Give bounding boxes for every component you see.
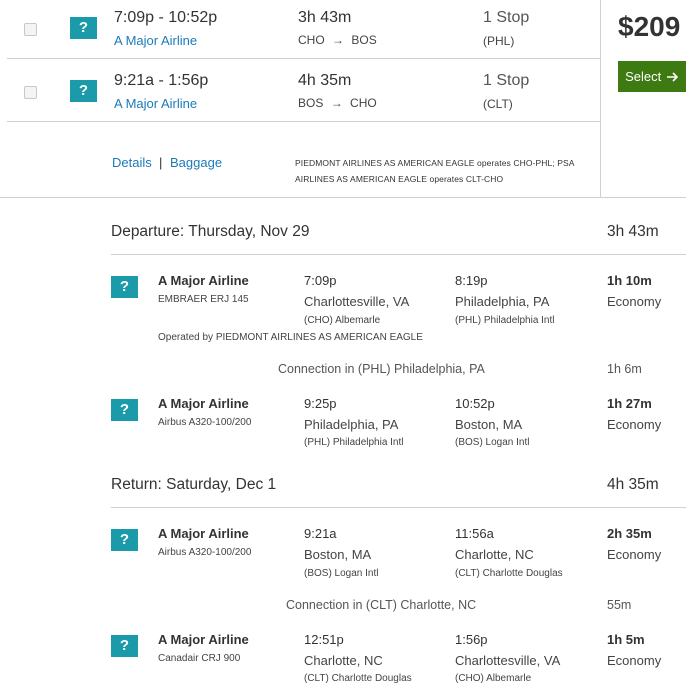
baggage-link[interactable]: Baggage — [170, 155, 222, 170]
segment-duration: 1h 5m — [607, 632, 645, 647]
operator-note: PIEDMONT AIRLINES AS AMERICAN EAGLE oper… — [295, 155, 597, 187]
segment-arrival-city: Charlottesville, VA — [455, 653, 561, 668]
stop-airport: (PHL) — [483, 34, 515, 48]
flight-times: 9:21a - 1:56p — [114, 72, 209, 89]
arrow-right-icon: → — [330, 96, 343, 110]
price-column-divider — [600, 0, 601, 197]
segment-operated-by: Operated by PIEDMONT AIRLINES AS AMERICA… — [158, 332, 423, 343]
segment-cabin: Economy — [607, 417, 662, 432]
segment-arrival-time: 1:56p — [455, 632, 488, 647]
details-link[interactable]: Details — [112, 155, 152, 170]
departure-header: Departure: Thursday, Nov 29 — [111, 223, 310, 240]
segment-arrival-airport: (PHL) Philadelphia Intl — [455, 315, 555, 326]
segment-airline: A Major Airline — [158, 273, 249, 288]
segment-arrival-city: Philadelphia, PA — [455, 294, 550, 309]
connection-info: Connection in (PHL) Philadelphia, PA — [278, 362, 485, 376]
flight-duration: 4h 35m — [298, 72, 352, 89]
route: BOS → CHO — [298, 96, 377, 110]
stop-airport: (CLT) — [483, 97, 513, 111]
segment-departure-airport: (PHL) Philadelphia Intl — [304, 437, 404, 448]
airline-logo-icon: ? — [111, 399, 138, 421]
airline-logo-icon: ? — [70, 17, 97, 39]
segment-arrival-time: 8:19p — [455, 273, 488, 288]
card-divider — [0, 197, 686, 198]
segment-aircraft: EMBRAER ERJ 145 — [158, 294, 249, 305]
connection-time: 1h 6m — [607, 362, 642, 376]
connection-info: Connection in (CLT) Charlotte, NC — [286, 598, 477, 612]
segment-arrival-time: 11:56a — [455, 526, 494, 541]
route: CHO → BOS — [298, 33, 377, 47]
segment-arrival-airport: (CHO) Albemarle — [455, 673, 532, 684]
flight-checkbox-outbound[interactable] — [24, 23, 37, 36]
segment-airline: A Major Airline — [158, 396, 249, 411]
segment-arrival-time: 10:52p — [455, 396, 495, 411]
flight-checkbox-return[interactable] — [24, 86, 37, 99]
select-button[interactable]: Select — [618, 61, 686, 92]
divider — [111, 507, 686, 508]
operator-note-line: AIRLINES AS AMERICAN EAGLE operates CLT-… — [295, 174, 504, 184]
departure-total-duration: 3h 43m — [607, 223, 659, 240]
airline-logo-icon: ? — [111, 635, 138, 657]
price: $209 — [618, 11, 681, 42]
airline-logo-icon: ? — [111, 276, 138, 298]
airline-link[interactable]: A Major Airline — [114, 96, 197, 111]
segment-arrival-airport: (BOS) Logan Intl — [455, 437, 530, 448]
segment-departure-airport: (CLT) Charlotte Douglas — [304, 673, 412, 684]
stops-count: 1 Stop — [483, 9, 530, 26]
segment-arrival-city: Boston, MA — [455, 417, 523, 432]
segment-aircraft: Canadair CRJ 900 — [158, 653, 241, 664]
segment-airline: A Major Airline — [158, 526, 249, 541]
route-destination: BOS — [351, 33, 377, 47]
divider — [7, 121, 600, 122]
segment-aircraft: Airbus A320-100/200 — [158, 547, 252, 558]
segment-departure-city: Charlottesville, VA — [304, 294, 410, 309]
segment-departure-airport: (BOS) Logan Intl — [304, 568, 379, 579]
segment-departure-airport: (CHO) Albemarle — [304, 315, 381, 326]
connection-time: 55m — [607, 598, 632, 612]
segment-airline: A Major Airline — [158, 632, 249, 647]
segment-departure-city: Philadelphia, PA — [304, 417, 399, 432]
return-header: Return: Saturday, Dec 1 — [111, 476, 277, 493]
segment-cabin: Economy — [607, 294, 662, 309]
route-origin: BOS — [298, 96, 324, 110]
divider — [111, 254, 686, 255]
stops-count: 1 Stop — [483, 72, 530, 89]
segment-departure-city: Boston, MA — [304, 547, 372, 562]
segment-cabin: Economy — [607, 547, 662, 562]
segment-departure-time: 9:25p — [304, 396, 337, 411]
segment-arrival-airport: (CLT) Charlotte Douglas — [455, 568, 563, 579]
select-label: Select — [625, 69, 662, 84]
segment-aircraft: Airbus A320-100/200 — [158, 417, 252, 428]
segment-arrival-city: Charlotte, NC — [455, 547, 534, 562]
segment-departure-time: 7:09p — [304, 273, 337, 288]
segment-departure-time: 9:21a — [304, 526, 337, 541]
arrow-right-icon — [666, 72, 679, 82]
airline-logo-icon: ? — [70, 80, 97, 102]
airline-logo-icon: ? — [111, 529, 138, 551]
route-destination: CHO — [350, 96, 377, 110]
route-origin: CHO — [298, 33, 325, 47]
segment-departure-city: Charlotte, NC — [304, 653, 383, 668]
segment-duration: 1h 10m — [607, 273, 652, 288]
return-total-duration: 4h 35m — [607, 476, 659, 493]
segment-duration: 2h 35m — [607, 526, 652, 541]
segment-departure-time: 12:51p — [304, 632, 344, 647]
airline-link[interactable]: A Major Airline — [114, 33, 197, 48]
flight-duration: 3h 43m — [298, 9, 352, 26]
flight-times: 7:09p - 10:52p — [114, 9, 218, 26]
divider — [7, 58, 600, 59]
link-separator: | — [159, 155, 163, 170]
segment-cabin: Economy — [607, 653, 662, 668]
arrow-right-icon: → — [332, 33, 345, 47]
segment-duration: 1h 27m — [607, 396, 652, 411]
operator-note-line: PIEDMONT AIRLINES AS AMERICAN EAGLE oper… — [295, 158, 575, 168]
